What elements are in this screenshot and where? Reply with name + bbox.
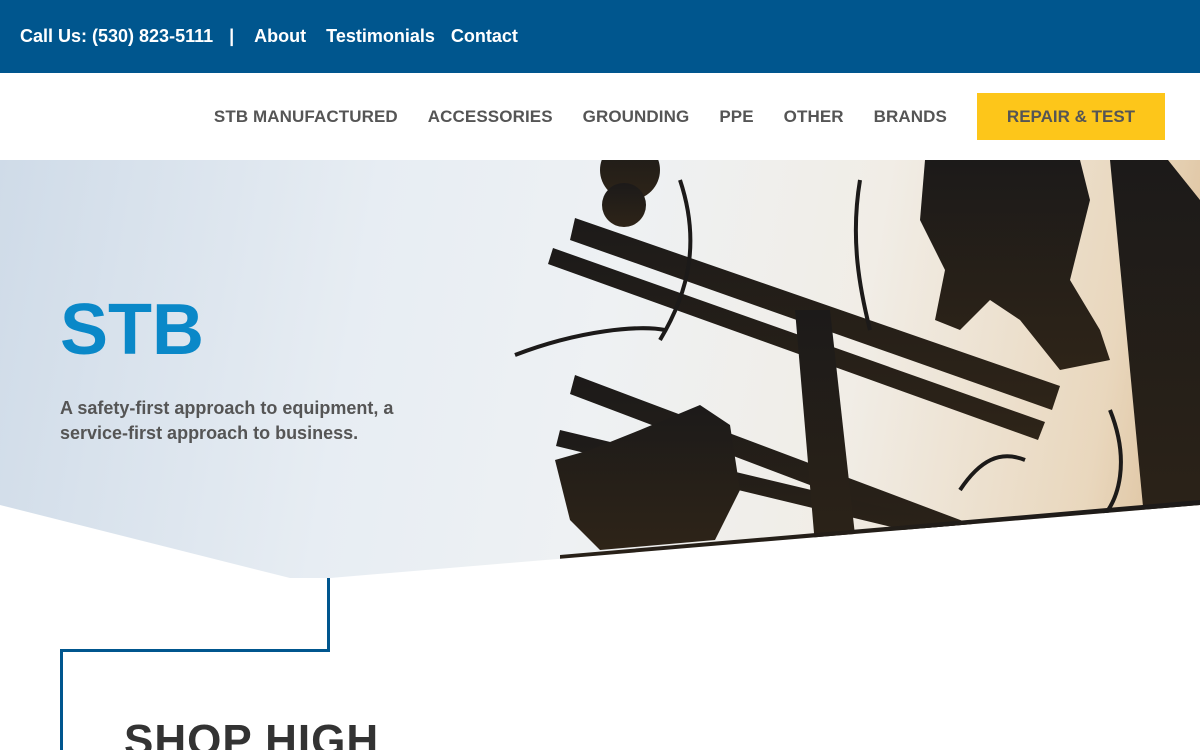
nav-item-grounding[interactable]: GROUNDING [583,107,690,127]
bracket-line-horizontal [60,649,330,652]
main-navigation: STB MANUFACTURED ACCESSORIES GROUNDING P… [0,73,1200,160]
phone-number[interactable]: Call Us: (530) 823-5111 [20,26,213,47]
nav-item-other[interactable]: OTHER [784,107,844,127]
hero-banner [0,160,1200,578]
hero-title: STB [60,290,204,370]
shop-section-heading: SHOP HIGH [124,716,380,750]
nav-item-brands[interactable]: BRANDS [874,107,947,127]
nav-item-stb-manufactured[interactable]: STB MANUFACTURED [214,107,398,127]
hero-subtitle: A safety-first approach to equipment, a … [60,398,394,443]
bracket-line-vertical-top [327,578,330,652]
bracket-line-vertical-bottom [60,649,63,750]
top-bar-separator: | [229,26,235,46]
contact-link[interactable]: Contact [451,26,518,47]
hero-lineworkers-image [514,160,1200,578]
top-bar: Call Us: (530) 823-5111 | About Testimon… [0,0,1200,73]
about-link[interactable]: About [254,26,306,47]
nav-item-ppe[interactable]: PPE [719,107,753,127]
testimonials-link[interactable]: Testimonials [326,26,435,47]
repair-and-test-button[interactable]: REPAIR & TEST [977,93,1165,140]
nav-item-accessories[interactable]: ACCESSORIES [428,107,553,127]
